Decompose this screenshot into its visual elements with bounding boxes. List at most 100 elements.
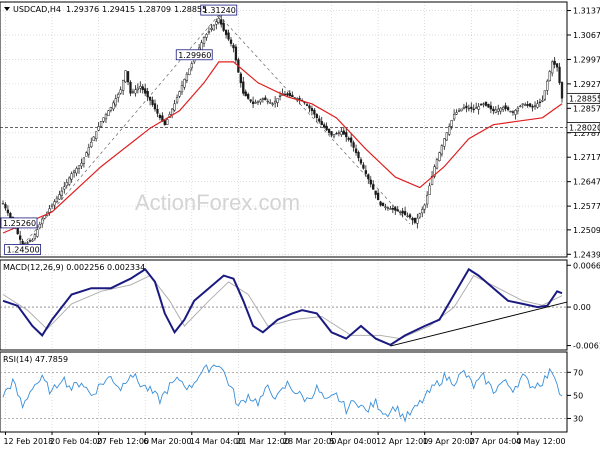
price-axis-tick-label: 1.25090 [573, 226, 600, 235]
candle-body [445, 132, 448, 141]
candle-body [107, 110, 110, 117]
ohlc-close: 1.28855 [174, 5, 207, 14]
candle-body [492, 108, 495, 112]
candle-body [381, 202, 385, 207]
candle-body [68, 177, 71, 185]
candle-body [141, 86, 144, 91]
candle-body [112, 102, 115, 110]
rsi-axis-tick-label: 50 [573, 391, 583, 400]
candle-body [97, 126, 100, 131]
candle-body [504, 105, 507, 109]
price-axis-tick-label: 1.30670 [573, 31, 600, 40]
candle-body [386, 207, 390, 209]
macd-line [2, 267, 563, 347]
candle-body [153, 103, 157, 110]
candle-body [484, 101, 488, 106]
x-tick-label: 27 Feb 12:00 [97, 437, 149, 446]
ohlc-low: 1.28709 [138, 5, 171, 14]
candle-body [391, 208, 394, 210]
rsi-header: RSI(14) 47.7859 [3, 355, 68, 364]
candle-body [278, 95, 282, 97]
candle-body [394, 207, 397, 211]
candle-body [482, 103, 485, 105]
candle-body [190, 63, 193, 69]
x-tick-label: 20 Feb 04:00 [50, 437, 102, 446]
macd-signal-line [2, 274, 563, 340]
candle-body [421, 209, 424, 214]
candle-body [215, 21, 218, 25]
candle-body [82, 157, 86, 164]
candle-body [65, 182, 68, 186]
candle-body [558, 66, 561, 83]
candle-body [472, 108, 475, 111]
candle-body [546, 80, 549, 91]
candle-body [175, 97, 179, 103]
candle-body [129, 81, 132, 94]
candle-body [408, 214, 412, 218]
candle-body [426, 195, 429, 205]
candle-body [347, 137, 350, 140]
candle-body [212, 24, 216, 31]
candle-body [516, 107, 520, 112]
candle-body [102, 117, 105, 122]
candle-body [533, 105, 537, 107]
candle-body [551, 61, 554, 74]
candle-body [124, 70, 127, 83]
candle-body [403, 211, 407, 215]
candle-body [239, 73, 242, 84]
candle-body [131, 91, 135, 93]
candle-body [117, 93, 120, 98]
candle-body [374, 190, 377, 195]
axis-marker-label: 1.28020 [569, 124, 600, 133]
y-axis: 1.313701.306701.299701.292701.285701.278… [566, 7, 600, 423]
candle-body [205, 34, 208, 38]
x-tick-label: 5 Apr 04:00 [330, 437, 377, 446]
candle-body [242, 81, 245, 94]
candle-body [438, 152, 441, 161]
candle-body [440, 145, 444, 155]
candle-body [337, 132, 341, 134]
candle-body [506, 107, 510, 111]
rsi-axis-tick-label: 30 [573, 414, 583, 423]
price-axis-tick-label: 1.26470 [573, 178, 600, 187]
candle-body [249, 99, 252, 102]
candle-body [511, 111, 515, 113]
candle-body [244, 91, 247, 97]
candle-body [499, 107, 502, 112]
candle-body [450, 120, 453, 127]
candle-body [318, 118, 321, 122]
candle-body [90, 141, 93, 148]
candle-body [92, 136, 95, 142]
candle-body [369, 179, 372, 185]
candle-body [38, 224, 41, 229]
candle-body [158, 115, 162, 119]
candle-body [560, 82, 564, 99]
candle-body [342, 130, 345, 135]
candle-body [50, 204, 54, 207]
candle-body [396, 209, 399, 212]
candle-body [349, 137, 353, 143]
x-tick-label: 12 Feb 2018 [3, 437, 53, 446]
candle-body [418, 213, 421, 218]
macd-panel [0, 267, 568, 347]
candle-body [188, 68, 191, 76]
candle-body [352, 142, 355, 148]
watermark: ActionForex.com [135, 190, 300, 215]
candle-body [531, 106, 534, 108]
candle-body [134, 89, 137, 94]
candle-body [553, 60, 556, 65]
candle-body [335, 133, 338, 135]
candle-body [232, 44, 235, 49]
candle-body [423, 204, 426, 210]
candle-body [411, 218, 414, 221]
candle-body [541, 100, 544, 102]
candle-body [99, 120, 103, 127]
candle-body [200, 42, 203, 51]
candle-body [48, 208, 51, 213]
axis-marker-label: 1.28855 [569, 94, 600, 103]
candle-body [72, 170, 76, 173]
macd-axis-tick-label: 0.006639 [573, 261, 600, 270]
ohlc-open: 1.29376 [66, 5, 99, 14]
candle-body [1, 203, 5, 205]
candle-body [555, 63, 559, 68]
